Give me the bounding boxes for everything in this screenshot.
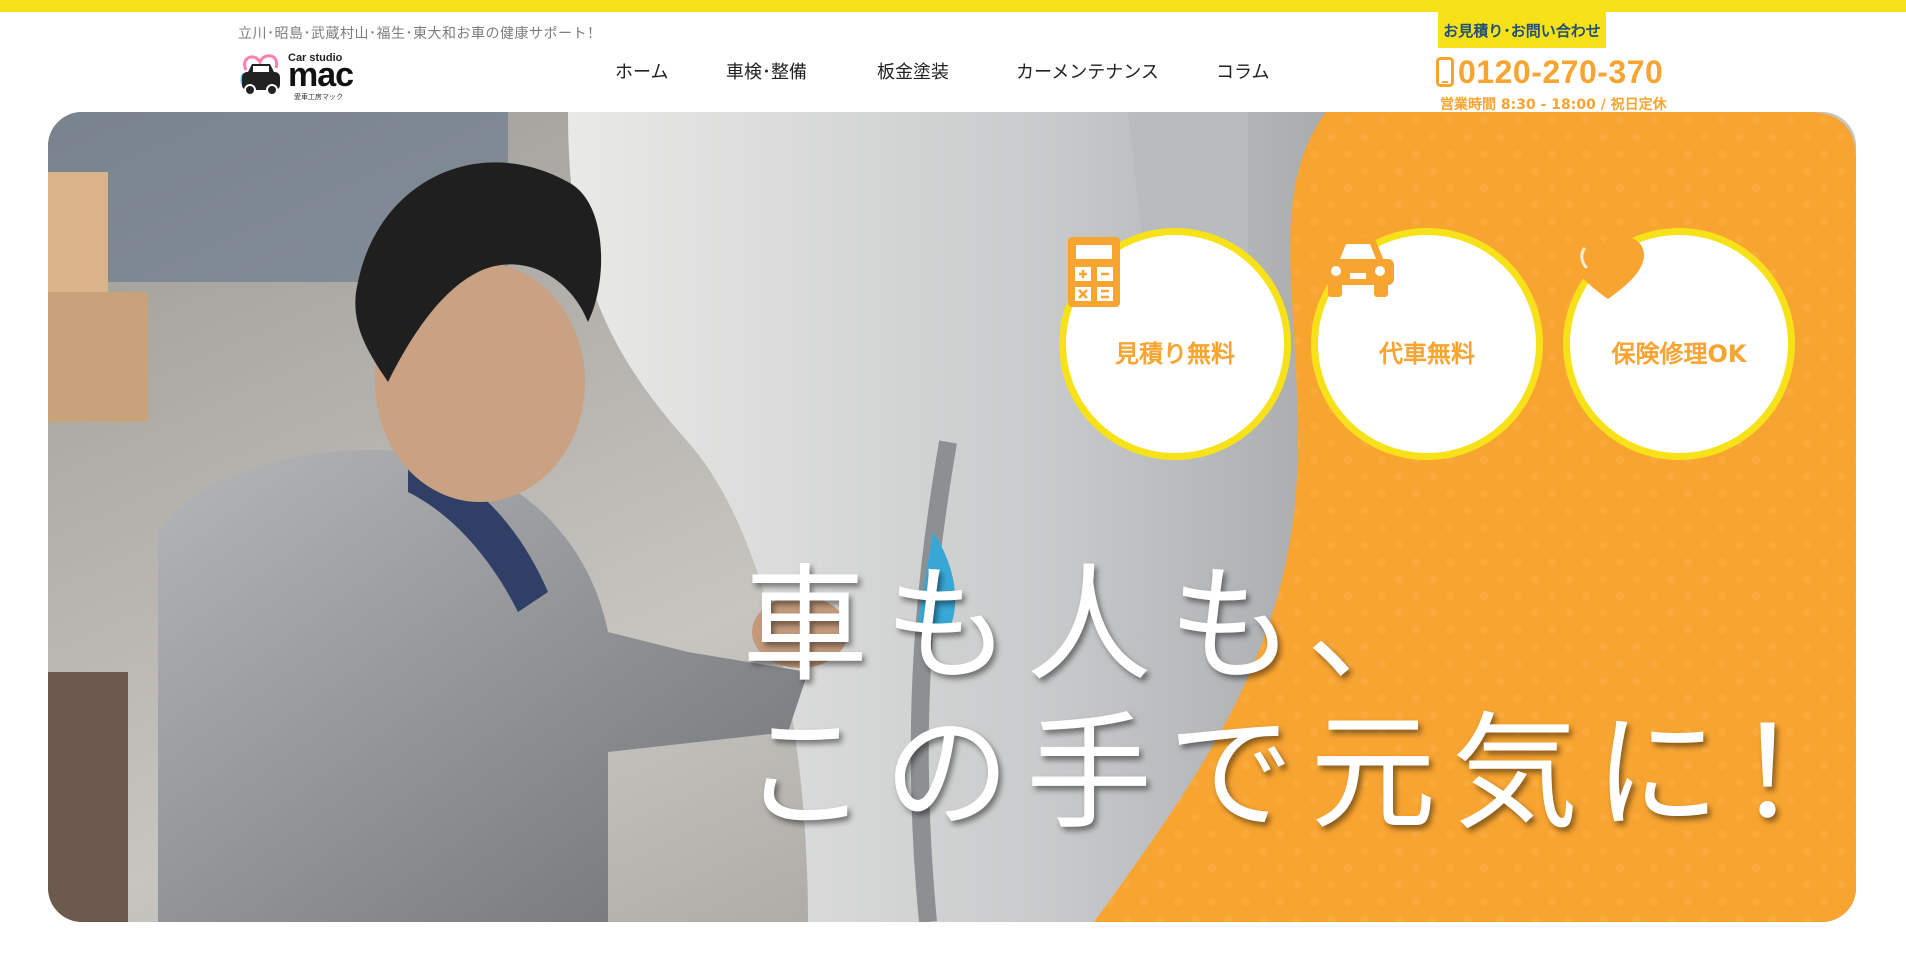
phone-number: 0120-270-370 [1458,53,1664,90]
phone-icon [1436,57,1454,87]
logo-text-main: mac [288,56,354,94]
badge-free-estimate: 見積り無料 [1059,228,1291,460]
nav-item-column[interactable]: コラム [1216,58,1269,84]
calculator-icon [1068,237,1120,307]
heart-icon [1572,237,1644,299]
logo-car-icon [240,54,280,96]
badge-label: 代車無料 [1379,339,1475,368]
header-tagline: 立川･昭島･武蔵村山･福生･東大和お車の健康サポート！ [238,26,602,42]
badge-label: 保険修理OK [1611,339,1747,368]
nav-item-inspection[interactable]: 車検･整備 [726,58,807,84]
badge-free-loaner: 代車無料 [1311,228,1543,460]
nav-item-maintenance[interactable]: カーメンテナンス [1016,58,1159,84]
nav-item-home[interactable]: ホーム [615,58,668,84]
hero-banner: 見積り無料 代車無料 保険修理OK 車も人も、 この手で元気に！ [48,112,1856,922]
phone-link[interactable]: 0120-270-370 [1436,52,1663,92]
top-accent-bar [0,0,1906,12]
car-icon [1322,237,1394,297]
hero-headline-line1: 車も人も、 [742,552,1449,699]
badge-insurance-repair: 保険修理OK [1563,228,1795,460]
contact-button[interactable]: お見積り･お問い合わせ [1438,12,1606,48]
badge-label: 見積り無料 [1115,339,1235,368]
site-logo[interactable]: Car studio mac 愛車工房マック [236,48,360,102]
hero-headline-line2: この手で元気に！ [742,700,1856,847]
nav-item-bodywork[interactable]: 板金塗装 [877,58,949,84]
logo-text-jp: 愛車工房マック [294,93,343,101]
business-hours: 営業時間 8:30 - 18:00 / 祝日定休 [1440,97,1667,113]
